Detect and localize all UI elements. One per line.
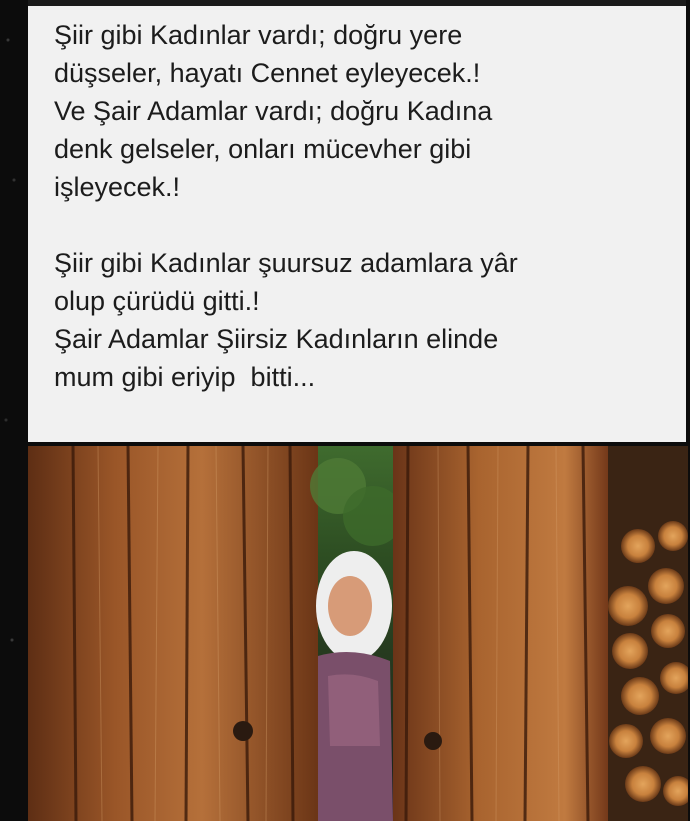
gate-knob <box>233 721 253 741</box>
right-gate-panel <box>393 446 608 821</box>
poem-line: Şiir gibi Kadınlar şuursuz adamlara yâr <box>54 248 518 278</box>
poem-line: olup çürüdü gitti.! <box>54 286 260 316</box>
woman-figure <box>316 551 393 821</box>
left-gate-panel <box>28 446 318 821</box>
photo-woman-behind-wooden-gate <box>28 446 688 821</box>
poem-line: Şiir gibi Kadınlar vardı; doğru yere <box>54 20 463 50</box>
poem-line: düşseler, hayatı Cennet eyleyecek.! <box>54 58 481 88</box>
gate-knob <box>424 732 442 750</box>
poem-line: Ve Şair Adamlar vardı; doğru Kadına <box>54 96 493 126</box>
poem-line: işleyecek.! <box>54 172 181 202</box>
wooden-gate-illustration <box>28 446 688 821</box>
poem-line: Şair Adamlar Şiirsiz Kadınların elinde <box>54 324 499 354</box>
stanza-spacer <box>54 206 686 244</box>
poem-text-card: Şiir gibi Kadınlar vardı; doğru yere düş… <box>28 6 686 442</box>
poem-line: mum gibi eriyip bitti... <box>54 362 316 392</box>
poem-line: denk gelseler, onları mücevher gibi <box>54 134 472 164</box>
